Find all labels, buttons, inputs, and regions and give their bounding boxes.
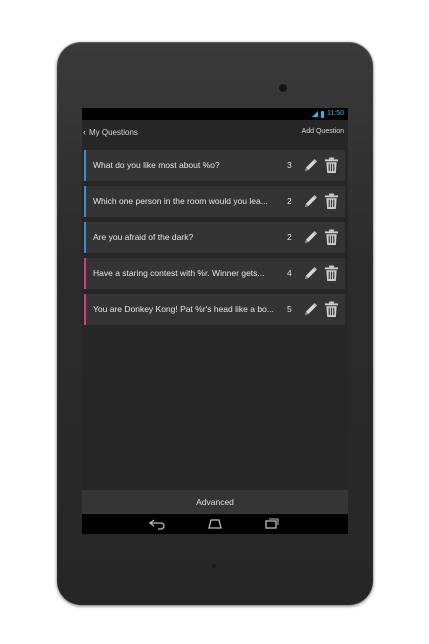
question-row[interactable]: What do you like most about %o? 3: [84, 150, 345, 181]
question-count: 2: [287, 232, 292, 242]
advanced-button[interactable]: Advanced: [82, 490, 348, 514]
status-clock: 11:50: [327, 110, 344, 117]
question-count: 5: [287, 304, 292, 314]
question-text: You are Donkey Kong! Pat %r's head like …: [93, 304, 274, 314]
question-row[interactable]: Have a staring contest with %r. Winner g…: [84, 258, 345, 289]
add-question-button[interactable]: Add Question: [302, 120, 344, 144]
question-row[interactable]: Which one person in the room would you l…: [84, 186, 345, 217]
question-text: Are you afraid of the dark?: [93, 232, 194, 242]
home-nav-icon[interactable]: [206, 517, 224, 531]
page-title: My Questions: [89, 127, 138, 137]
action-bar: ‹ My Questions Add Question: [82, 120, 348, 144]
question-count: 4: [287, 268, 292, 278]
pencil-icon[interactable]: [303, 194, 318, 209]
trash-icon[interactable]: [324, 301, 339, 318]
screen: 11:50 ‹ My Questions Add Question What d…: [82, 108, 348, 534]
trash-icon[interactable]: [324, 157, 339, 174]
signal-icon: [312, 111, 318, 117]
chevron-left-icon: ‹: [83, 127, 86, 137]
pencil-icon[interactable]: [303, 230, 318, 245]
recents-nav-icon[interactable]: [263, 517, 281, 531]
status-bar: 11:50: [82, 108, 348, 120]
question-text: Have a staring contest with %r. Winner g…: [93, 268, 265, 278]
light-sensor: [212, 564, 216, 568]
question-list: What do you like most about %o? 3 Which …: [84, 150, 345, 330]
up-navigation[interactable]: ‹ My Questions: [83, 120, 138, 144]
trash-icon[interactable]: [324, 229, 339, 246]
pencil-icon[interactable]: [303, 302, 318, 317]
question-count: 3: [287, 160, 292, 170]
question-row[interactable]: You are Donkey Kong! Pat %r's head like …: [84, 294, 345, 325]
trash-icon[interactable]: [324, 265, 339, 282]
question-row[interactable]: Are you afraid of the dark? 2: [84, 222, 345, 253]
question-count: 2: [287, 196, 292, 206]
battery-icon: [321, 110, 324, 118]
front-camera: [279, 84, 287, 92]
question-text: Which one person in the room would you l…: [93, 196, 268, 206]
pencil-icon[interactable]: [303, 266, 318, 281]
status-icons: 11:50: [312, 109, 344, 119]
pencil-icon[interactable]: [303, 158, 318, 173]
question-text: What do you like most about %o?: [93, 160, 220, 170]
trash-icon[interactable]: [324, 193, 339, 210]
system-nav-bar: [82, 514, 348, 534]
back-nav-icon[interactable]: [148, 517, 166, 531]
